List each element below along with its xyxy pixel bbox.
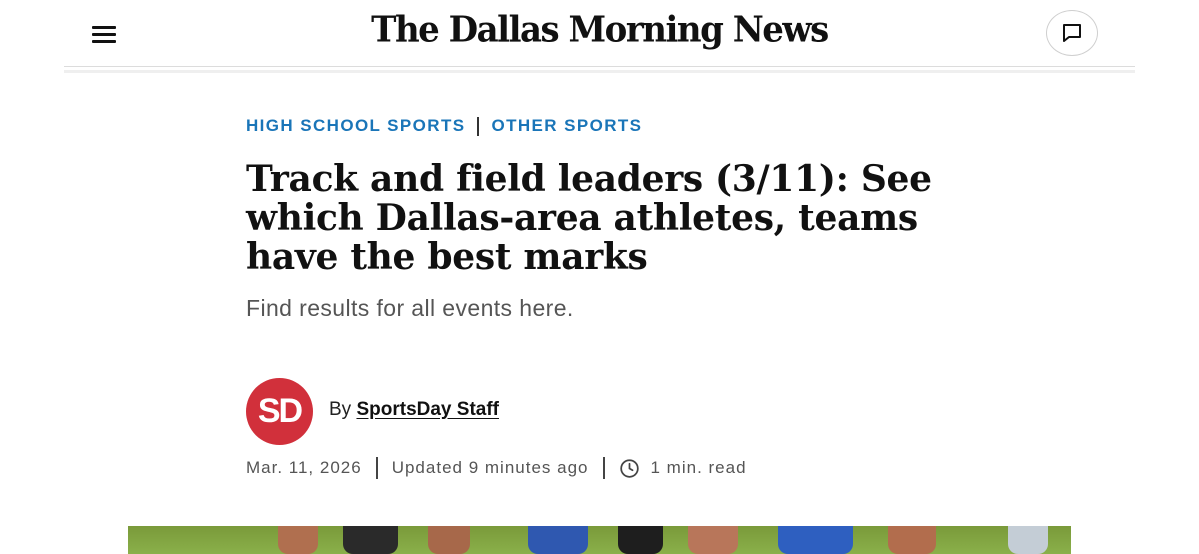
meta-separator <box>602 457 605 479</box>
hero-image-detail <box>688 526 738 554</box>
hero-image-detail <box>343 526 398 554</box>
author-name-link[interactable]: SportsDay Staff <box>356 399 499 420</box>
hero-image-detail <box>1008 526 1048 554</box>
article-headline: Track and field leaders (3/11): See whic… <box>246 158 932 278</box>
comments-button[interactable] <box>1046 10 1098 56</box>
byline: By SportsDay Staff <box>329 399 499 421</box>
article-meta: Mar. 11, 2026 Updated 9 minutes ago 1 mi… <box>246 457 747 479</box>
hero-image[interactable] <box>128 526 1071 554</box>
clock-icon <box>619 458 640 479</box>
header-divider <box>64 66 1135 67</box>
updated-time: Updated 9 minutes ago <box>391 458 589 477</box>
hero-image-detail <box>888 526 936 554</box>
section-link-other-sports[interactable]: OTHER SPORTS <box>491 116 642 136</box>
section-separator <box>477 116 480 136</box>
meta-separator <box>375 457 378 479</box>
read-time: 1 min. read <box>650 458 747 477</box>
article-subheadline: Find results for all events here. <box>246 295 574 321</box>
byline-prefix: By <box>329 399 352 420</box>
section-breadcrumb: HIGH SCHOOL SPORTS OTHER SPORTS <box>246 116 642 136</box>
hero-image-detail <box>278 526 318 554</box>
comment-bubble-icon <box>1063 24 1081 42</box>
header-divider-shadow <box>64 70 1135 73</box>
hero-image-detail <box>778 526 853 554</box>
author-avatar[interactable]: SD <box>246 378 313 445</box>
hero-image-detail <box>428 526 470 554</box>
section-link-high-school-sports[interactable]: HIGH SCHOOL SPORTS <box>246 116 465 136</box>
site-logo[interactable]: The Dallas Morning News <box>0 9 1199 51</box>
publish-date: Mar. 11, 2026 <box>246 458 362 477</box>
hero-image-detail <box>528 526 588 554</box>
hero-image-detail <box>618 526 663 554</box>
